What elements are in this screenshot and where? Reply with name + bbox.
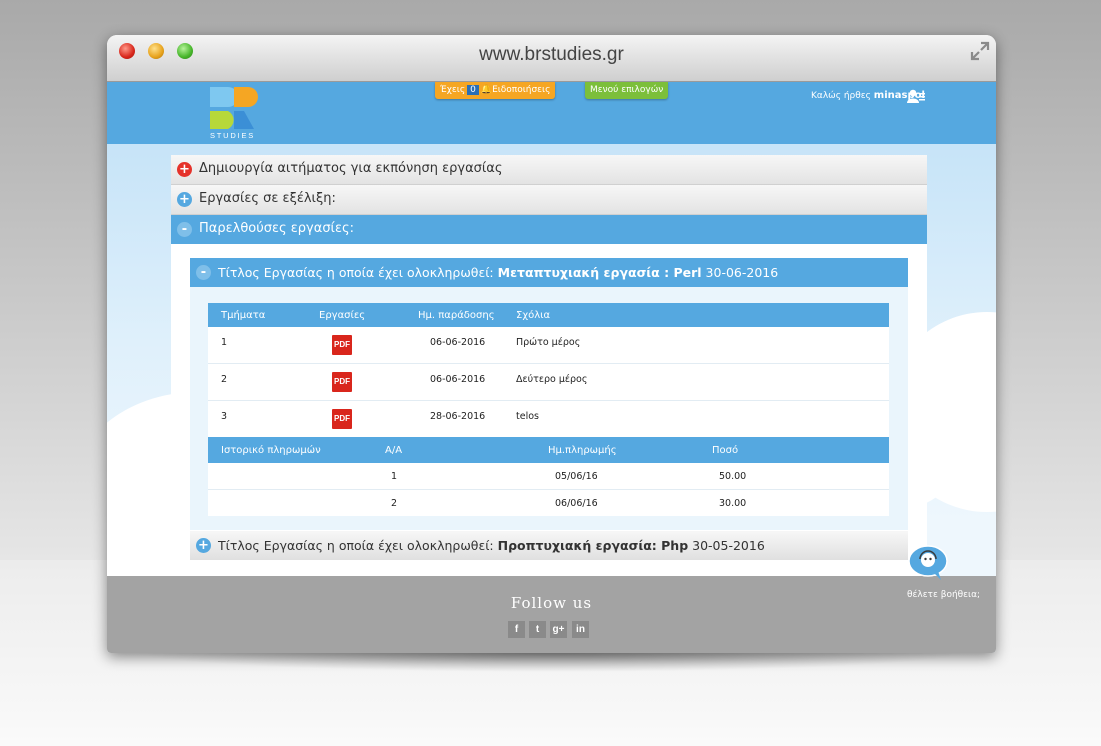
col-delivery-date: Ημ. παράδοσης	[418, 310, 495, 321]
help-label[interactable]: θέλετε βοήθεια;	[907, 590, 980, 600]
col-comments: Σχόλια	[516, 310, 551, 321]
brstudies-logo[interactable]: STUDIES	[208, 83, 264, 139]
notif-label: Ειδοποιήσεις	[492, 85, 551, 95]
col-parts: Τμήματα	[221, 310, 266, 321]
table-row: 2 06/06/16 30.00	[208, 490, 889, 516]
page-viewport: STUDIES Έχεις 0 🔔Ειδοποιήσεις Μενού επιλογ…	[107, 82, 996, 653]
accordion-works-in-progress[interactable]: + Εργασίες σε εξέλιξη:	[171, 185, 927, 215]
plus-icon: +	[177, 192, 192, 207]
svg-text:STUDIES: STUDIES	[210, 131, 255, 139]
past-work-php-header[interactable]: + Τίτλος Εργασίας η οποία έχει ολοκληρωθ…	[190, 531, 908, 560]
window-url: www.brstudies.gr	[479, 44, 624, 65]
site-header: STUDIES Έχεις 0 🔔Ειδοποιήσεις Μενού επιλογ…	[107, 82, 996, 144]
linkedin-icon[interactable]: in	[572, 621, 589, 638]
welcome-text: Καλώς ήρθες	[811, 91, 871, 101]
table-row: 1 PDF 06-06-2016 Πρώτο μέρος	[208, 327, 889, 364]
accordion-label: Δημιουργία αιτήματος για εκπόνηση εργασί…	[199, 161, 503, 176]
titlebar: www.brstudies.gr	[107, 35, 996, 82]
plus-icon: +	[196, 538, 211, 553]
notif-prefix: Έχεις	[440, 85, 466, 95]
col-amount: Ποσό	[712, 445, 739, 456]
fullscreen-icon[interactable]	[970, 41, 990, 61]
help-chat-icon[interactable]	[908, 545, 948, 581]
parts-table-header: Τμήματα Εργασίες Ημ. παράδοσης Σχόλια	[208, 303, 889, 327]
col-works: Εργασίες	[319, 310, 366, 321]
col-payment-history: Ιστορικό πληρωμών	[221, 445, 321, 456]
plus-icon: +	[177, 162, 192, 177]
col-payment-date: Ημ.πληρωμής	[548, 445, 617, 456]
table-row: 1 05/06/16 50.00	[208, 463, 889, 490]
accordion-past-works[interactable]: - Παρελθούσες εργασίες:	[171, 215, 927, 244]
follow-us-heading: Follow us	[510, 594, 593, 612]
payments-table-header: Ιστορικό πληρωμών Α/Α Ημ.πληρωμής Ποσό	[208, 437, 889, 463]
minus-icon: -	[196, 265, 211, 280]
site-footer: Follow us f t g+ in	[107, 576, 996, 653]
user-menu-icon[interactable]	[907, 89, 925, 103]
twitter-icon[interactable]: t	[529, 621, 546, 638]
options-menu-button[interactable]: Μενού επιλογών	[585, 82, 669, 99]
pdf-icon[interactable]: PDF	[332, 409, 352, 429]
browser-window: www.brstudies.gr STUDIES Έχεις 0 🔔Ειδοποιή…	[107, 35, 996, 653]
accordion-label: Παρελθούσες εργασίες:	[199, 221, 354, 236]
past-work-title: Τίτλος Εργασίας η οποία έχει ολοκληρωθεί…	[218, 538, 765, 553]
google-plus-icon[interactable]: g+	[550, 621, 567, 638]
accordion-create-request[interactable]: + Δημιουργία αιτήματος για εκπόνηση εργα…	[171, 155, 927, 185]
notif-count-badge: 0	[467, 85, 479, 95]
pdf-icon[interactable]: PDF	[332, 372, 352, 392]
minus-icon: -	[177, 222, 192, 237]
table-row: 2 PDF 06-06-2016 Δεύτερο μέρος	[208, 364, 889, 401]
past-work-title: Τίτλος Εργασίας η οποία έχει ολοκληρωθεί…	[218, 265, 779, 280]
col-aa: Α/Α	[385, 445, 403, 456]
accordion-label: Εργασίες σε εξέλιξη:	[199, 191, 336, 206]
past-work-perl-details: Τμήματα Εργασίες Ημ. παράδοσης Σχόλια 1 …	[190, 287, 908, 530]
works-panel: + Δημιουργία αιτήματος για εκπόνηση εργα…	[171, 155, 927, 645]
parts-table: Τμήματα Εργασίες Ημ. παράδοσης Σχόλια 1 …	[208, 303, 889, 516]
past-work-perl-header[interactable]: - Τίτλος Εργασίας η οποία έχει ολοκληρωθ…	[190, 258, 908, 287]
notifications-button[interactable]: Έχεις 0 🔔Ειδοποιήσεις	[435, 82, 556, 99]
facebook-icon[interactable]: f	[508, 621, 525, 638]
bell-icon: 🔔	[480, 85, 493, 95]
pdf-icon[interactable]: PDF	[332, 335, 352, 355]
table-row: 3 PDF 28-06-2016 telos	[208, 401, 889, 437]
